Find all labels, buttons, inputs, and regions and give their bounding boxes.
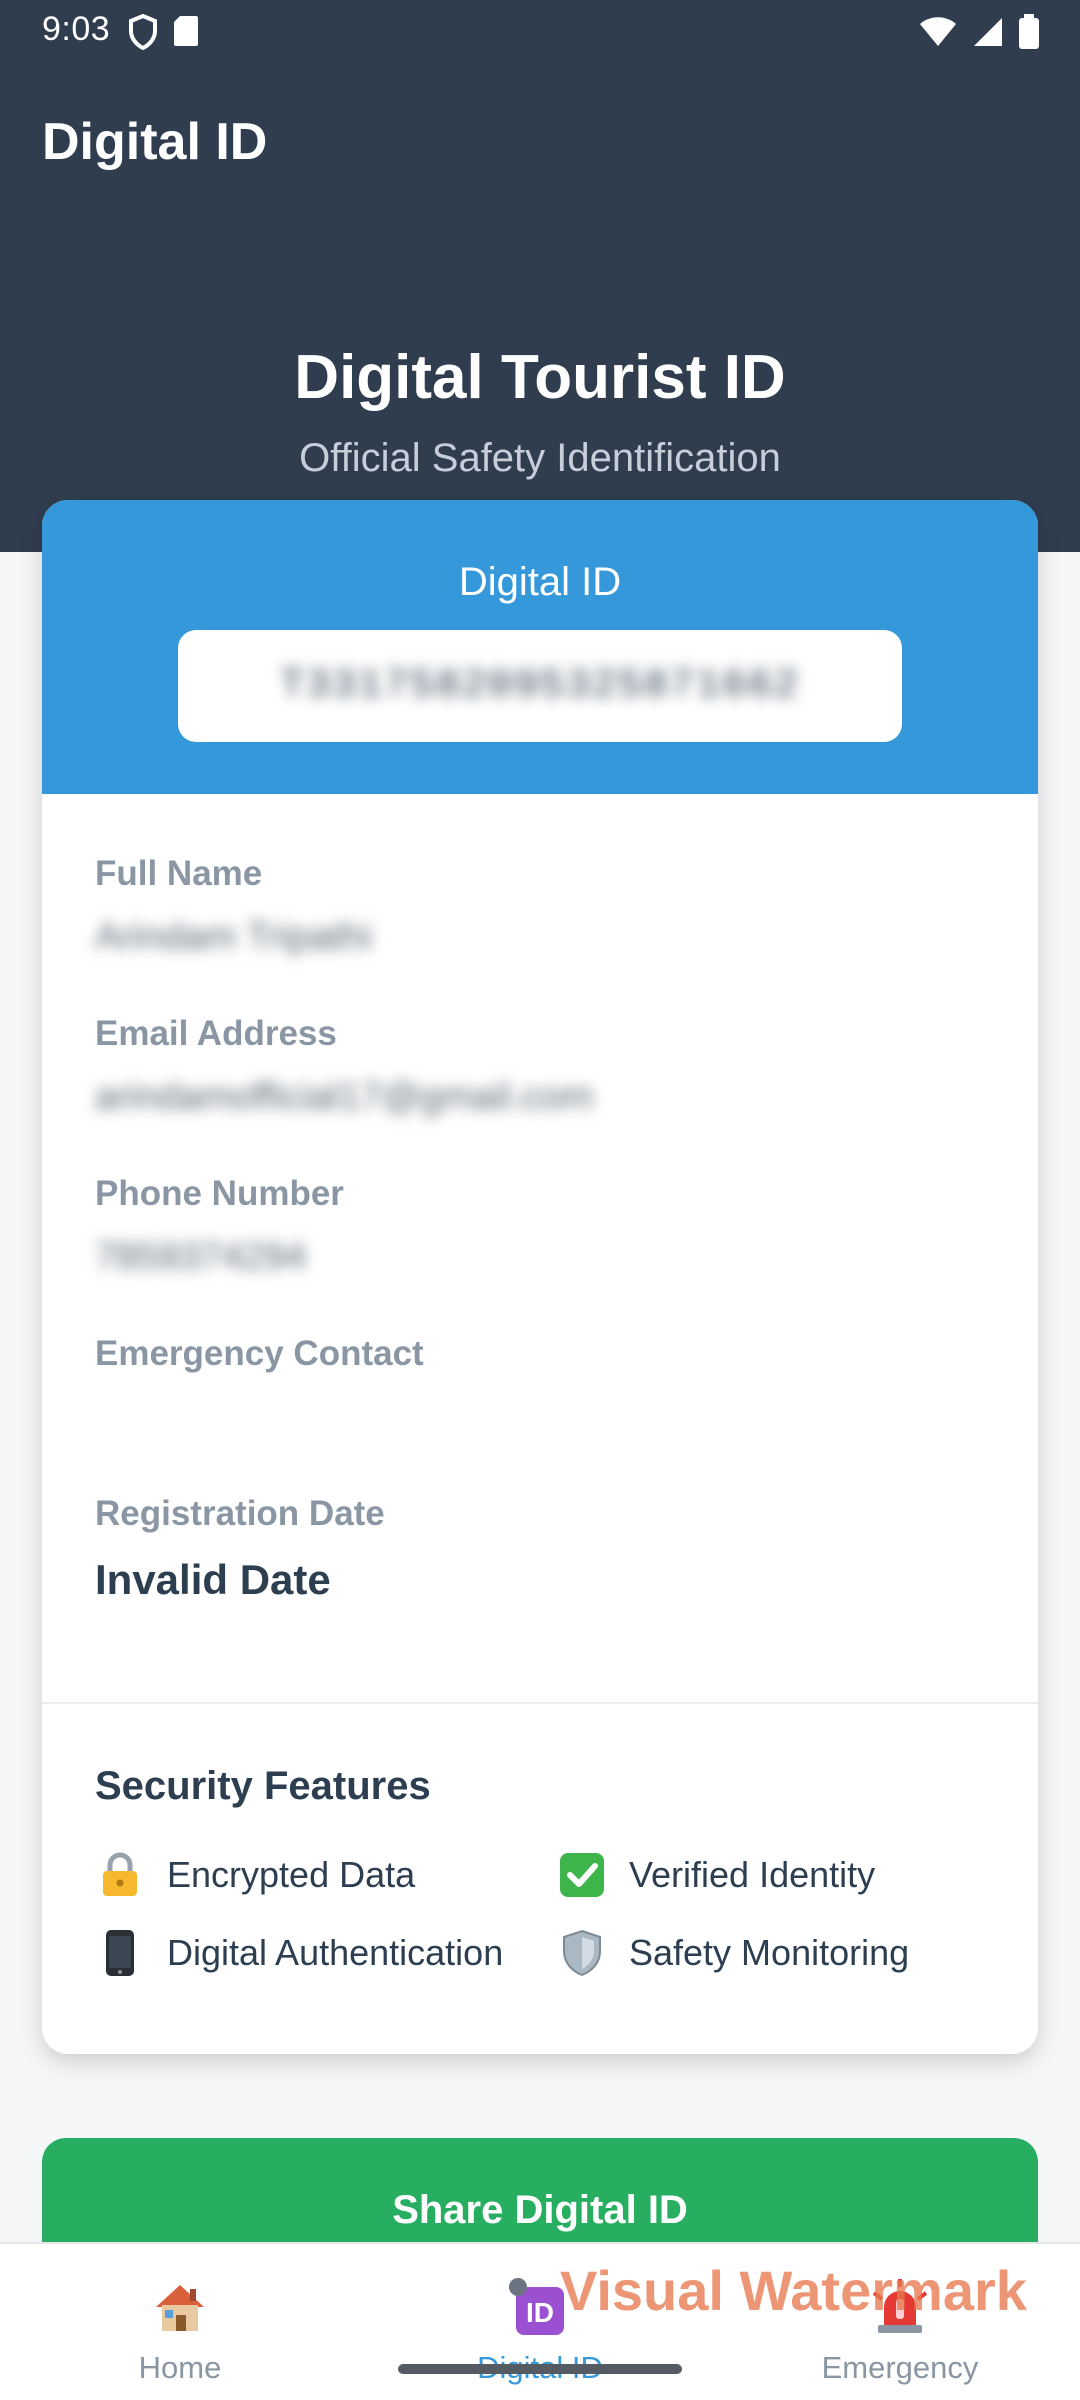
- id-number: T3317582095325871662: [279, 663, 801, 709]
- shield-icon: [557, 1928, 607, 1978]
- registration-date-field: Registration Date Invalid Date: [95, 1494, 385, 1603]
- feature-digital-authentication: Digital Authentication: [95, 1928, 503, 1978]
- field-label: Full Name: [95, 854, 263, 893]
- feature-label: Safety Monitoring: [629, 1932, 910, 1973]
- feature-label: Verified Identity: [629, 1854, 876, 1895]
- full-name-field: Full Name Arindam Tripathi: [95, 854, 372, 960]
- id-number-box: T3317582095325871662: [178, 630, 902, 742]
- field-label: Email Address: [95, 1014, 337, 1053]
- field-value: 7859374294: [95, 1236, 307, 1278]
- divider: [42, 1702, 1038, 1704]
- mobile-phone-icon: [95, 1928, 145, 1978]
- feature-label: Digital Authentication: [167, 1932, 504, 1973]
- svg-text:ID: ID: [526, 2297, 554, 2328]
- feature-label: Encrypted Data: [167, 1854, 416, 1895]
- feature-safety-monitoring: Safety Monitoring: [557, 1928, 909, 1978]
- feature-encrypted-data: Encrypted Data: [95, 1850, 415, 1900]
- security-features-title: Security Features: [95, 1764, 431, 1808]
- watermark-overlay: Visual Watermark: [560, 2259, 1027, 2322]
- status-bar: 9:03: [0, 0, 1080, 64]
- shield-status-icon: [128, 14, 158, 50]
- nav-label: Home: [138, 2350, 222, 2385]
- field-value: [95, 1396, 424, 1440]
- sd-card-icon: [172, 14, 200, 50]
- email-field: Email Address arindamofficial17@gmail.co…: [95, 1014, 593, 1120]
- check-mark-icon: [557, 1850, 607, 1900]
- feature-verified-identity: Verified Identity: [557, 1850, 875, 1900]
- field-label: Phone Number: [95, 1174, 344, 1213]
- battery-icon: [1018, 14, 1040, 50]
- lock-icon: [95, 1850, 145, 1900]
- nav-home[interactable]: Home: [60, 2274, 300, 2386]
- page-subtitle: Official Safety Identification: [299, 436, 781, 480]
- signal-icon: [972, 16, 1004, 48]
- gesture-navigation-bar[interactable]: [398, 2364, 682, 2374]
- house-icon: [60, 2274, 300, 2340]
- field-value: Arindam Tripathi: [95, 916, 372, 958]
- digital-id-card: Digital ID T3317582095325871662 Full Nam…: [42, 500, 1038, 2054]
- field-label: Emergency Contact: [95, 1334, 424, 1373]
- field-label: Registration Date: [95, 1494, 385, 1533]
- card-header: Digital ID T3317582095325871662: [42, 500, 1038, 794]
- status-time: 9:03: [42, 10, 111, 48]
- field-value: arindamofficial17@gmail.com: [95, 1076, 594, 1118]
- emergency-contact-field: Emergency Contact: [95, 1334, 424, 1440]
- wifi-icon: [918, 16, 958, 48]
- field-value: Invalid Date: [95, 1556, 331, 1603]
- app-bar-title: Digital ID: [42, 113, 268, 171]
- nav-label: Emergency: [821, 2350, 979, 2385]
- page-title: Digital Tourist ID: [294, 343, 786, 412]
- phone-field: Phone Number 7859374294: [95, 1174, 344, 1280]
- card-header-label: Digital ID: [458, 560, 622, 604]
